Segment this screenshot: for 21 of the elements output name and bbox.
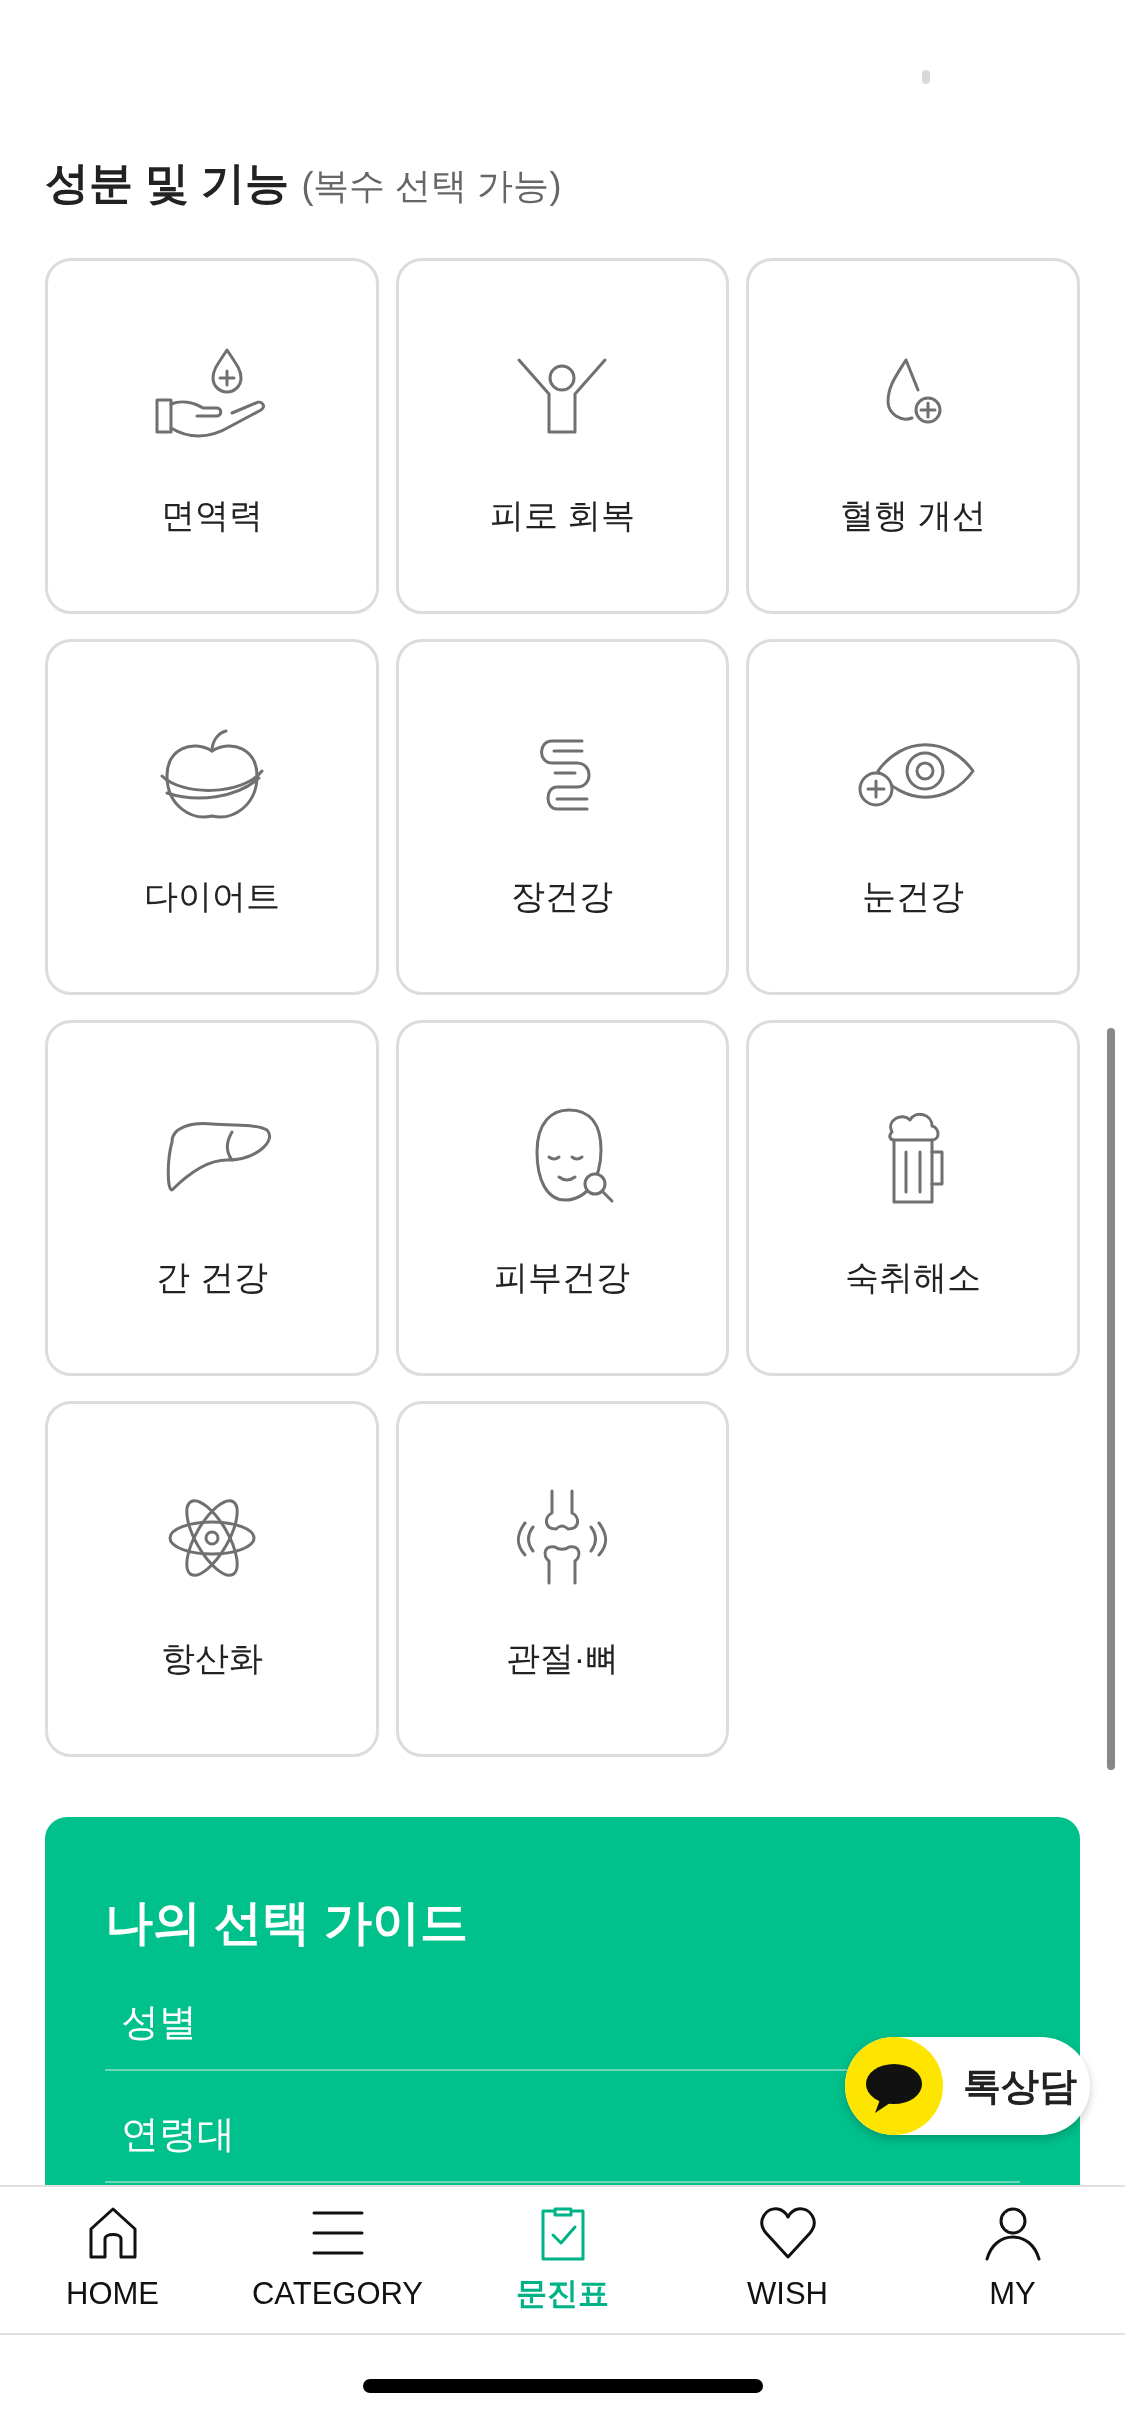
feature-card[interactable]: 관절·뼈 — [395, 1400, 730, 1757]
section-note: (복수 선택 가능) — [301, 163, 562, 208]
chat-button[interactable]: 톡상담 — [845, 2037, 1090, 2135]
feature-card[interactable]: 장건강 — [395, 638, 730, 995]
feature-card[interactable]: 면역력 — [45, 257, 379, 614]
nav-tab[interactable]: CATEGORY — [225, 2202, 450, 2318]
feature-card[interactable]: 다이어트 — [45, 638, 379, 995]
feature-card[interactable]: 혈행 개선 — [746, 257, 1080, 614]
feature-card[interactable]: 피로 회복 — [395, 257, 730, 614]
feature-card[interactable]: 눈건강 — [746, 638, 1080, 995]
feature-card[interactable]: 항산화 — [45, 1400, 379, 1757]
speech-bubble-icon — [845, 2037, 943, 2135]
nav-tab[interactable]: HOME — [0, 2202, 225, 2318]
page-indicator-icon — [922, 70, 930, 84]
feature-card[interactable]: 피부건강 — [395, 1019, 730, 1376]
nav-tab[interactable]: WISH — [675, 2202, 900, 2318]
nav-tab[interactable]: MY — [900, 2202, 1125, 2318]
guide-title: 나의 선택 가이드 — [105, 1894, 469, 1951]
feature-card[interactable]: 숙취해소 — [746, 1019, 1080, 1376]
section-title: 성분 및 기능 — [45, 156, 290, 209]
feature-card[interactable]: 간 건강 — [45, 1019, 379, 1376]
